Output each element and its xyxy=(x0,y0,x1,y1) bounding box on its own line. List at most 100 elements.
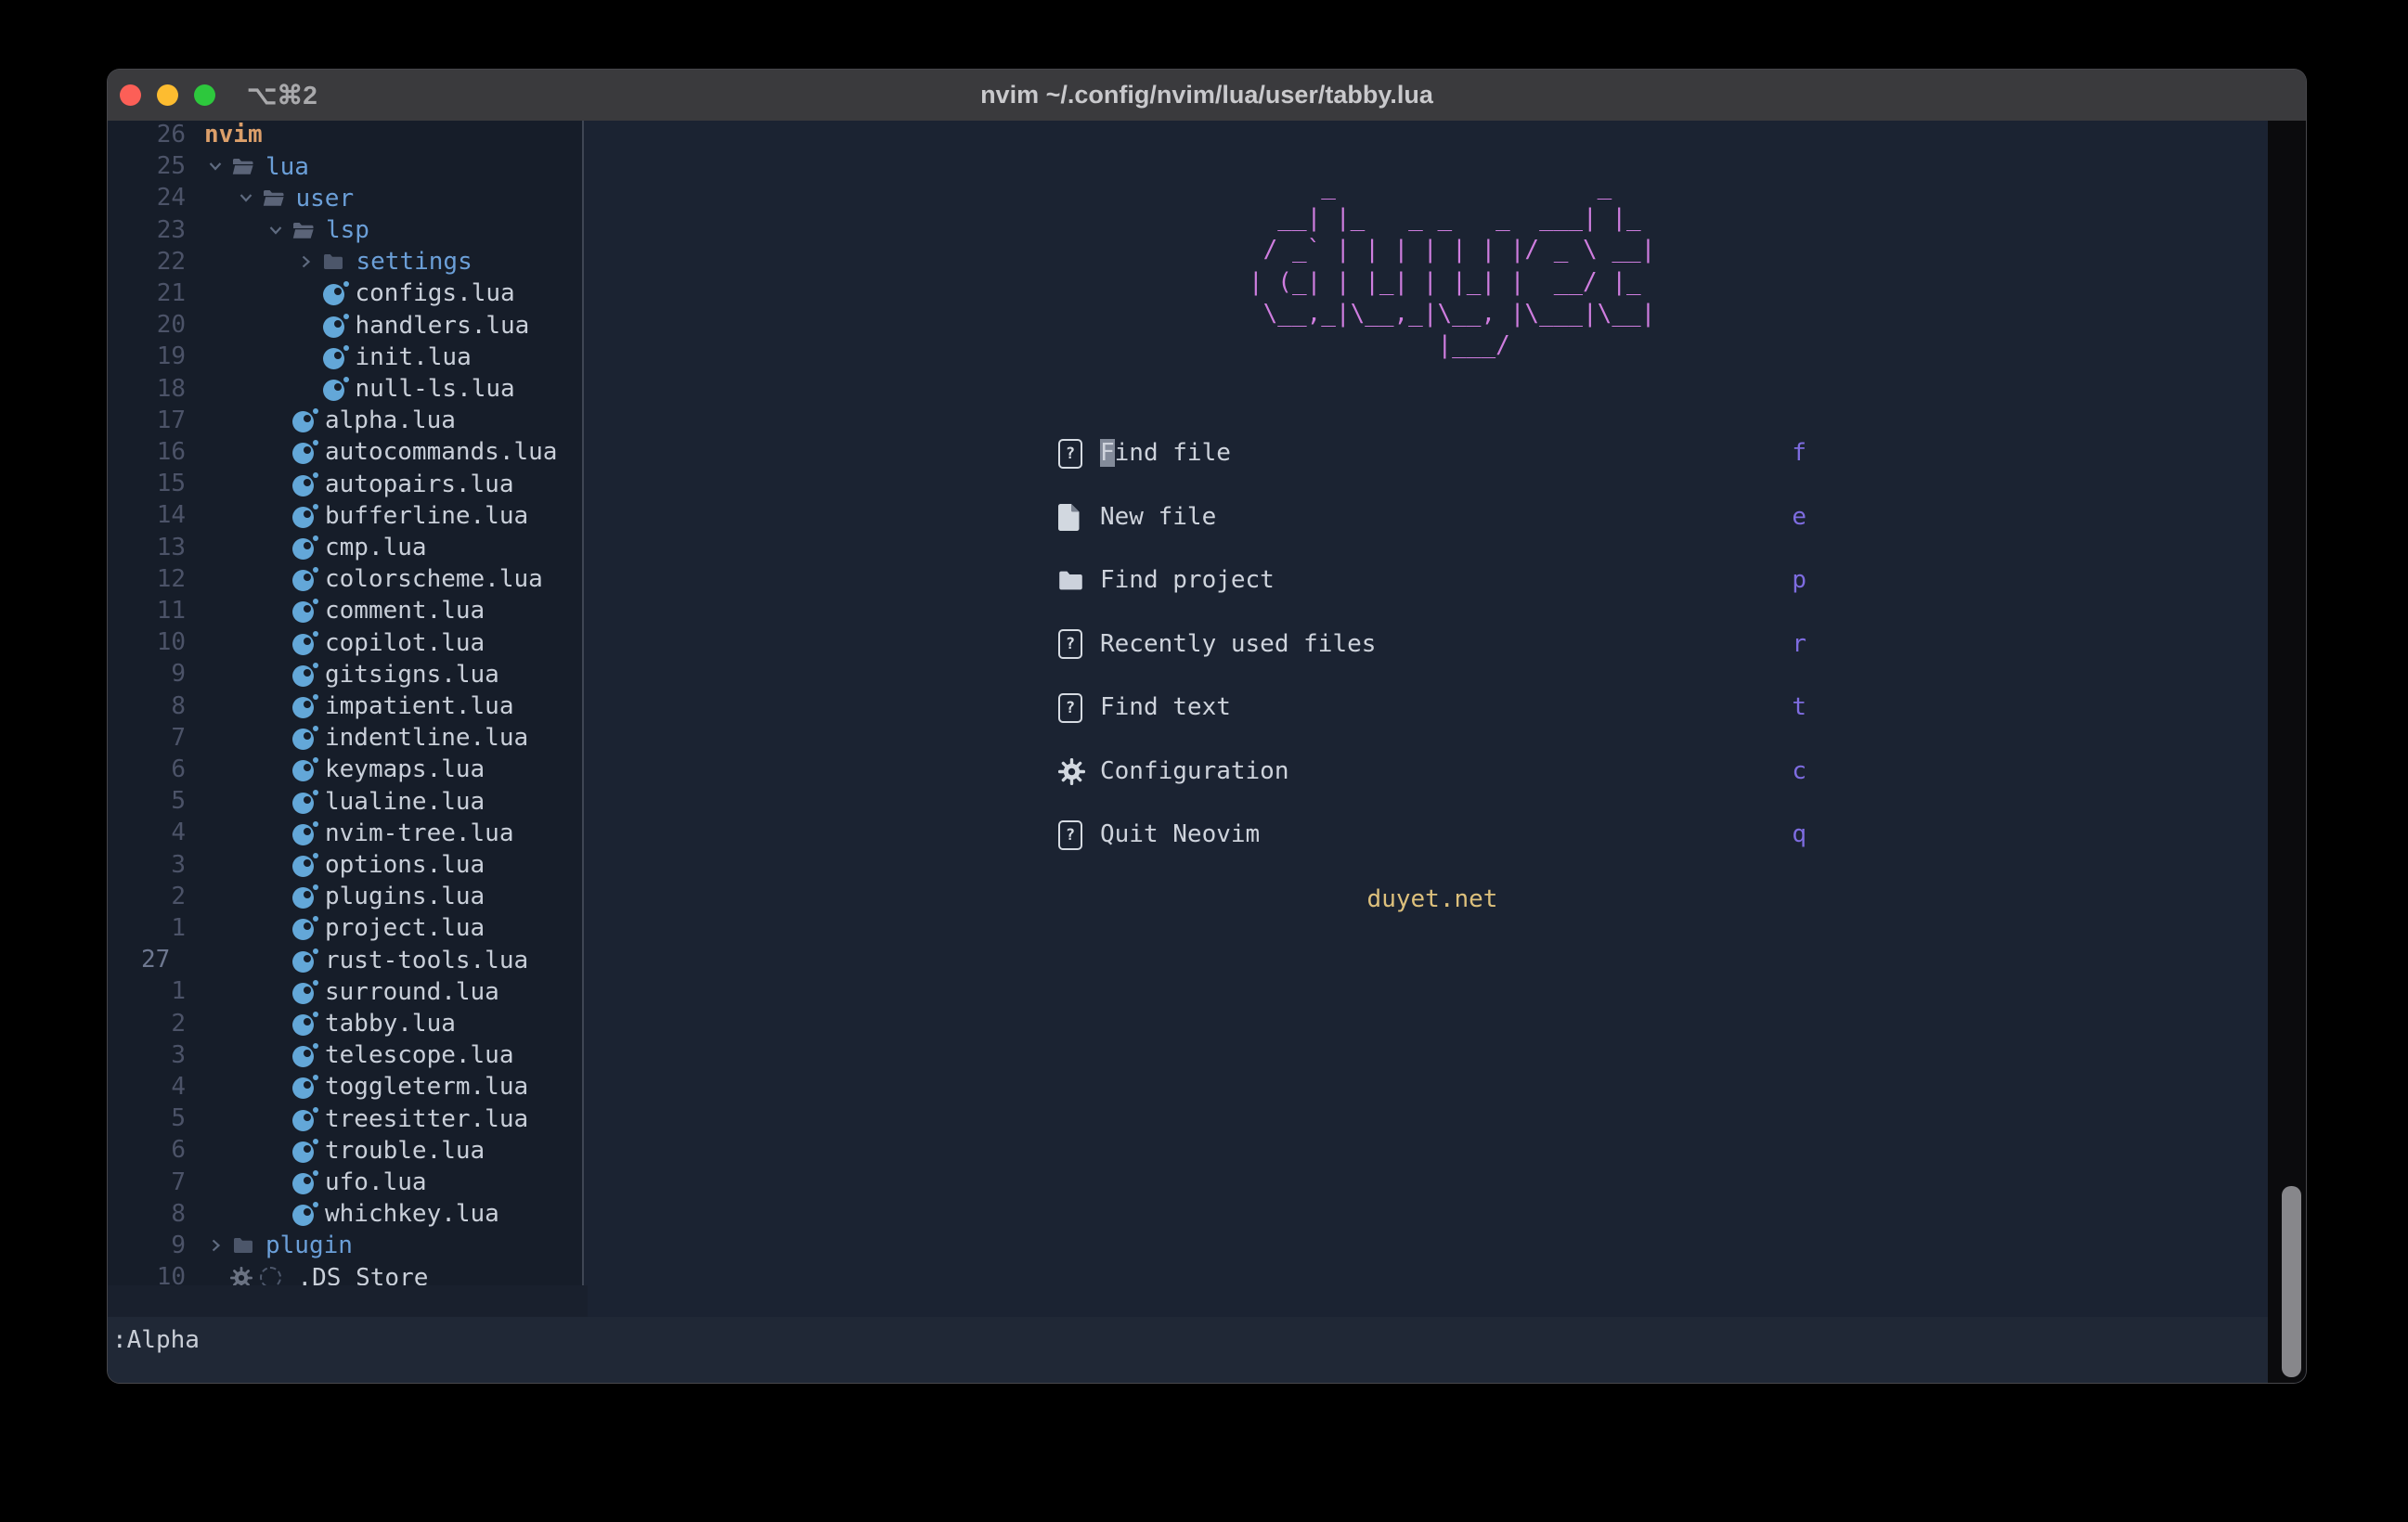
menu-item-find-project[interactable]: Find projectp xyxy=(1058,564,1806,597)
lua-file-icon xyxy=(292,756,318,782)
tree-entry: handlers.lua xyxy=(323,309,530,342)
fullscreen-button[interactable] xyxy=(194,84,215,106)
line-number: 4 xyxy=(108,817,186,849)
tree-row[interactable]: 23lsp xyxy=(108,214,582,247)
tree-row[interactable]: 20 handlers.lua xyxy=(108,309,582,342)
tree-row[interactable]: 4toggleterm.lua xyxy=(108,1071,582,1103)
tree-entry-label: colorscheme.lua xyxy=(325,565,543,593)
tree-row[interactable]: 9gitsigns.lua xyxy=(108,658,582,690)
tree-row[interactable]: 12 colorscheme.lua xyxy=(108,563,582,596)
tree-row[interactable]: 21configs.lua xyxy=(108,277,582,310)
tree-row[interactable]: 7ufo.lua xyxy=(108,1167,582,1199)
line-number: 27 xyxy=(108,944,186,976)
tree-row[interactable]: 27 rust-tools.lua xyxy=(108,944,582,976)
tree-entry-label: settings xyxy=(356,248,473,276)
tree-entry: user xyxy=(239,182,355,214)
tree-row[interactable]: 3telescope.lua xyxy=(108,1039,582,1072)
menu-item-new-file[interactable]: New filee xyxy=(1058,501,1806,534)
tree-entry: toggleterm.lua xyxy=(292,1071,528,1103)
lua-file-icon xyxy=(292,1074,318,1100)
menu-item-find-file[interactable]: ?Find filef xyxy=(1058,437,1806,470)
tree-row[interactable]: 2tabby.lua xyxy=(108,1008,582,1040)
menu-item-configuration[interactable]: Configurationc xyxy=(1058,755,1806,788)
tree-entry-label: whichkey.lua xyxy=(325,1200,499,1228)
line-number: 23 xyxy=(108,214,186,247)
tree-entry: .DS_Store xyxy=(230,1261,429,1285)
tree-entry: lua xyxy=(208,150,309,183)
line-number: 12 xyxy=(108,563,186,596)
close-button[interactable] xyxy=(120,84,141,106)
chevron-down-icon xyxy=(208,161,223,172)
tree-row[interactable]: 25lua xyxy=(108,150,582,183)
menu-item-recently-used-files[interactable]: ?Recently used filesr xyxy=(1058,628,1806,661)
tree-row[interactable]: 24user xyxy=(108,182,582,214)
tree-entry: impatient.lua xyxy=(292,690,514,723)
tree-entry: plugin xyxy=(208,1230,353,1262)
tree-row[interactable]: 3options.lua xyxy=(108,849,582,882)
window-separator[interactable] xyxy=(582,121,584,1285)
lua-file-icon xyxy=(292,535,318,561)
line-number: 5 xyxy=(108,785,186,818)
tree-row[interactable]: 5lualine.lua xyxy=(108,785,582,818)
tree-row[interactable]: 19init.lua xyxy=(108,341,582,373)
tree-row[interactable]: 4nvim-tree.lua xyxy=(108,817,582,849)
menu-item-find-text[interactable]: ?Find textt xyxy=(1058,691,1806,724)
tree-row[interactable]: 1project.lua xyxy=(108,912,582,945)
menu-item-shortcut: f xyxy=(1792,437,1806,470)
tree-row[interactable]: 10.DS_Store xyxy=(108,1261,582,1285)
tree-row[interactable]: 15 autopairs.lua xyxy=(108,468,582,500)
tree-row[interactable]: 11comment.lua xyxy=(108,595,582,627)
tree-row[interactable]: 7indentline.lua xyxy=(108,722,582,755)
tree-entry-label: project.lua xyxy=(325,914,485,942)
tree-row[interactable]: 13cmp.lua xyxy=(108,532,582,564)
menu-item-quit-neovim[interactable]: ?Quit Neovimq xyxy=(1058,819,1806,851)
tree-row[interactable]: 1surround.lua xyxy=(108,975,582,1008)
tree-row[interactable]: 22settings xyxy=(108,246,582,278)
tree-row[interactable]: 5treesitter.lua xyxy=(108,1103,582,1135)
titlebar[interactable]: ⌥⌘2 nvim ~/.config/nvim/lua/user/tabby.l… xyxy=(108,70,2306,122)
lua-file-icon xyxy=(292,693,318,719)
scrollbar-track[interactable] xyxy=(2268,121,2306,1383)
chevron-down-icon xyxy=(268,226,283,236)
tree-row[interactable]: 8impatient.lua xyxy=(108,690,582,723)
tree-entry: nvim xyxy=(204,121,263,151)
tree-row[interactable]: 2plugins.lua xyxy=(108,881,582,913)
tree-row[interactable]: 17alpha.lua xyxy=(108,405,582,437)
line-number: 7 xyxy=(108,1167,186,1199)
line-number: 11 xyxy=(108,595,186,627)
line-number: 16 xyxy=(108,436,186,469)
tree-row[interactable]: 9plugin xyxy=(108,1230,582,1262)
tree-row[interactable]: 18null-ls.lua xyxy=(108,373,582,406)
line-number: 6 xyxy=(108,754,186,786)
lua-file-icon xyxy=(323,313,349,339)
lua-file-icon xyxy=(292,598,318,624)
gear-icon xyxy=(1058,755,1090,788)
tree-row[interactable]: 8whichkey.lua xyxy=(108,1198,582,1231)
tree-row[interactable]: 6 keymaps.lua xyxy=(108,754,582,786)
tree-entry-label: .DS_Store xyxy=(298,1264,429,1285)
unknown-glyph-icon: ? xyxy=(1058,819,1090,851)
tree-entry: configs.lua xyxy=(323,277,515,310)
menu-item-label: Find text xyxy=(1100,691,1231,724)
scrollbar-thumb[interactable] xyxy=(2282,1186,2301,1377)
tree-row[interactable]: 14bufferline.lua xyxy=(108,499,582,532)
tree-statusline xyxy=(108,1285,588,1317)
line-number: 19 xyxy=(108,341,186,373)
line-number: 15 xyxy=(108,468,186,500)
tree-entry: keymaps.lua xyxy=(292,754,485,786)
minimize-button[interactable] xyxy=(157,84,178,106)
tree-row[interactable]: 10copilot.lua xyxy=(108,626,582,659)
menu-item-shortcut: e xyxy=(1792,501,1806,534)
tree-entry: autopairs.lua xyxy=(292,468,514,500)
block-cursor: F xyxy=(1100,439,1115,467)
command-line[interactable]: :Alpha xyxy=(108,1317,2268,1383)
tree-entry-label: tabby.lua xyxy=(325,1010,456,1038)
tree-entry: rust-tools.lua xyxy=(292,944,528,976)
tree-entry: indentline.lua xyxy=(292,722,528,755)
line-number: 20 xyxy=(108,309,186,342)
tree-row[interactable]: 6trouble.lua xyxy=(108,1134,582,1167)
tree-row[interactable]: 26nvim xyxy=(108,121,582,151)
lua-file-icon xyxy=(292,1201,318,1227)
menu-item-shortcut: p xyxy=(1792,564,1806,597)
tree-row[interactable]: 16autocommands.lua xyxy=(108,436,582,469)
